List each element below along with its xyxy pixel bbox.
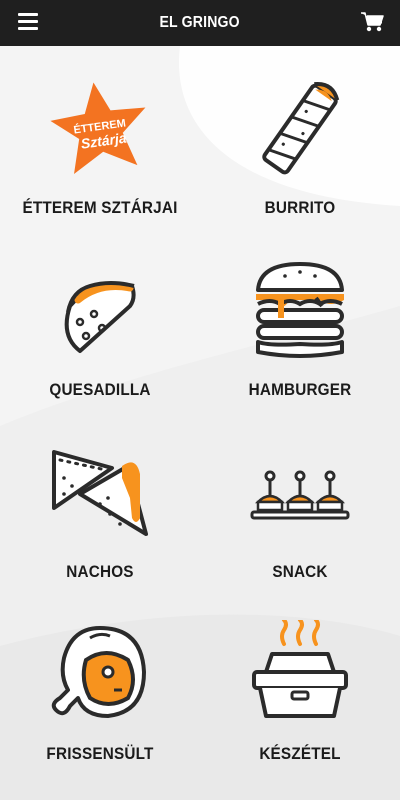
star-badge-icon: ÉTTEREM Sztárja — [50, 82, 146, 175]
category-tile-quesadilla[interactable]: QUESADILLA — [0, 228, 200, 410]
shopping-cart-icon[interactable] — [360, 11, 384, 33]
category-tile-nachos[interactable]: NACHOS — [0, 410, 200, 592]
category-label: SNACK — [272, 562, 328, 581]
category-label: FRISSENSÜLT — [46, 744, 154, 763]
hamburger-icon — [256, 262, 344, 358]
category-label: QUESADILLA — [49, 380, 151, 399]
category-label: NACHOS — [66, 562, 134, 581]
hamburger-menu-icon[interactable] — [18, 13, 38, 31]
category-tile-keszetel[interactable]: KÉSZÉTEL — [200, 592, 400, 774]
snack-icon — [250, 470, 350, 520]
category-tile-etterem-sztarjai[interactable]: ÉTTEREM Sztárja ÉTTEREM SZTÁRJAI — [0, 46, 200, 228]
category-label: KÉSZÉTEL — [259, 744, 341, 763]
app-header: EL GRINGO — [0, 0, 400, 46]
category-grid: ÉTTEREM Sztárja ÉTTEREM SZTÁRJAI BURRITO — [0, 46, 400, 800]
category-label: BURRITO — [264, 198, 336, 217]
category-tile-frissensult[interactable]: FRISSENSÜLT — [0, 592, 200, 774]
burrito-icon — [262, 81, 340, 175]
app-title: EL GRINGO — [159, 14, 241, 31]
category-label: HAMBURGER — [248, 380, 352, 399]
category-label: ÉTTEREM SZTÁRJAI — [22, 198, 178, 217]
category-tile-snack[interactable]: SNACK — [200, 410, 400, 592]
category-tile-hamburger[interactable]: HAMBURGER — [200, 228, 400, 410]
fried-chicken-icon — [51, 626, 146, 718]
quesadilla-icon — [64, 281, 136, 353]
nachos-icon — [52, 450, 148, 536]
category-tile-burrito[interactable]: BURRITO — [200, 46, 400, 228]
ready-meal-box-icon — [252, 620, 348, 718]
